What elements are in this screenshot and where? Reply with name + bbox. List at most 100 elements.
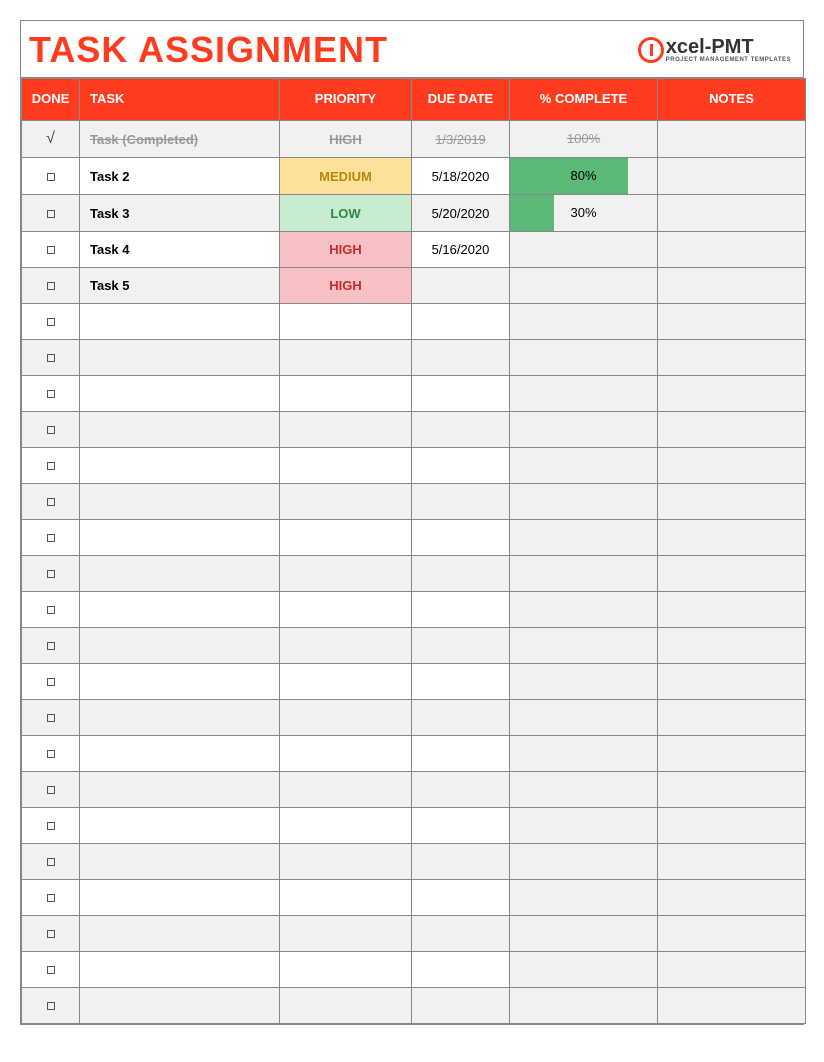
notes-cell[interactable] — [658, 412, 806, 448]
priority-cell[interactable] — [280, 988, 412, 1024]
priority-cell[interactable]: HIGH — [280, 268, 412, 304]
done-cell[interactable] — [22, 736, 80, 772]
due-date-cell[interactable]: 5/18/2020 — [412, 158, 510, 195]
due-date-cell[interactable] — [412, 772, 510, 808]
done-cell[interactable] — [22, 412, 80, 448]
notes-cell[interactable] — [658, 592, 806, 628]
done-cell[interactable] — [22, 484, 80, 520]
percent-complete-cell[interactable] — [510, 844, 658, 880]
notes-cell[interactable] — [658, 340, 806, 376]
due-date-cell[interactable] — [412, 628, 510, 664]
due-date-cell[interactable] — [412, 304, 510, 340]
task-cell[interactable]: Task (Completed) — [80, 121, 280, 158]
due-date-cell[interactable] — [412, 736, 510, 772]
task-cell[interactable] — [80, 736, 280, 772]
due-date-cell[interactable]: 5/16/2020 — [412, 232, 510, 268]
percent-complete-cell[interactable] — [510, 628, 658, 664]
notes-cell[interactable] — [658, 664, 806, 700]
notes-cell[interactable] — [658, 736, 806, 772]
priority-cell[interactable] — [280, 700, 412, 736]
percent-complete-cell[interactable] — [510, 268, 658, 304]
notes-cell[interactable] — [658, 628, 806, 664]
notes-cell[interactable] — [658, 304, 806, 340]
priority-cell[interactable] — [280, 304, 412, 340]
done-cell[interactable] — [22, 158, 80, 195]
notes-cell[interactable] — [658, 195, 806, 232]
due-date-cell[interactable] — [412, 376, 510, 412]
notes-cell[interactable] — [658, 232, 806, 268]
percent-complete-cell[interactable] — [510, 484, 658, 520]
done-cell[interactable] — [22, 592, 80, 628]
done-cell[interactable] — [22, 952, 80, 988]
due-date-cell[interactable] — [412, 448, 510, 484]
priority-cell[interactable] — [280, 736, 412, 772]
notes-cell[interactable] — [658, 520, 806, 556]
notes-cell[interactable] — [658, 916, 806, 952]
due-date-cell[interactable]: 5/20/2020 — [412, 195, 510, 232]
priority-cell[interactable] — [280, 520, 412, 556]
percent-complete-cell[interactable] — [510, 952, 658, 988]
done-cell[interactable] — [22, 772, 80, 808]
done-cell[interactable] — [22, 664, 80, 700]
percent-complete-cell[interactable]: 100% — [510, 121, 658, 158]
percent-complete-cell[interactable] — [510, 772, 658, 808]
due-date-cell[interactable] — [412, 880, 510, 916]
due-date-cell[interactable] — [412, 268, 510, 304]
notes-cell[interactable] — [658, 448, 806, 484]
done-cell[interactable] — [22, 448, 80, 484]
due-date-cell[interactable] — [412, 916, 510, 952]
priority-cell[interactable]: MEDIUM — [280, 158, 412, 195]
due-date-cell[interactable] — [412, 484, 510, 520]
done-cell[interactable] — [22, 376, 80, 412]
task-cell[interactable] — [80, 412, 280, 448]
priority-cell[interactable] — [280, 952, 412, 988]
task-cell[interactable]: Task 5 — [80, 268, 280, 304]
notes-cell[interactable] — [658, 952, 806, 988]
notes-cell[interactable] — [658, 700, 806, 736]
task-cell[interactable] — [80, 556, 280, 592]
notes-cell[interactable] — [658, 844, 806, 880]
done-cell[interactable] — [22, 808, 80, 844]
percent-complete-cell[interactable] — [510, 592, 658, 628]
percent-complete-cell[interactable] — [510, 700, 658, 736]
due-date-cell[interactable] — [412, 592, 510, 628]
percent-complete-cell[interactable] — [510, 736, 658, 772]
priority-cell[interactable]: HIGH — [280, 121, 412, 158]
done-cell[interactable] — [22, 844, 80, 880]
task-cell[interactable] — [80, 376, 280, 412]
priority-cell[interactable] — [280, 664, 412, 700]
notes-cell[interactable] — [658, 988, 806, 1024]
done-cell[interactable] — [22, 700, 80, 736]
done-cell[interactable]: √ — [22, 121, 80, 158]
percent-complete-cell[interactable] — [510, 664, 658, 700]
done-cell[interactable] — [22, 628, 80, 664]
task-cell[interactable] — [80, 880, 280, 916]
done-cell[interactable] — [22, 304, 80, 340]
due-date-cell[interactable] — [412, 520, 510, 556]
due-date-cell[interactable] — [412, 700, 510, 736]
done-cell[interactable] — [22, 556, 80, 592]
notes-cell[interactable] — [658, 808, 806, 844]
priority-cell[interactable] — [280, 916, 412, 952]
done-cell[interactable] — [22, 340, 80, 376]
percent-complete-cell[interactable] — [510, 808, 658, 844]
due-date-cell[interactable] — [412, 844, 510, 880]
percent-complete-cell[interactable] — [510, 304, 658, 340]
percent-complete-cell[interactable]: 30% — [510, 195, 658, 232]
task-cell[interactable] — [80, 448, 280, 484]
done-cell[interactable] — [22, 268, 80, 304]
task-cell[interactable] — [80, 952, 280, 988]
task-cell[interactable] — [80, 844, 280, 880]
task-cell[interactable] — [80, 304, 280, 340]
done-cell[interactable] — [22, 232, 80, 268]
priority-cell[interactable]: HIGH — [280, 232, 412, 268]
notes-cell[interactable] — [658, 880, 806, 916]
notes-cell[interactable] — [658, 376, 806, 412]
task-cell[interactable]: Task 4 — [80, 232, 280, 268]
priority-cell[interactable] — [280, 808, 412, 844]
priority-cell[interactable] — [280, 844, 412, 880]
percent-complete-cell[interactable] — [510, 556, 658, 592]
percent-complete-cell[interactable] — [510, 376, 658, 412]
percent-complete-cell[interactable] — [510, 412, 658, 448]
due-date-cell[interactable]: 1/3/2019 — [412, 121, 510, 158]
